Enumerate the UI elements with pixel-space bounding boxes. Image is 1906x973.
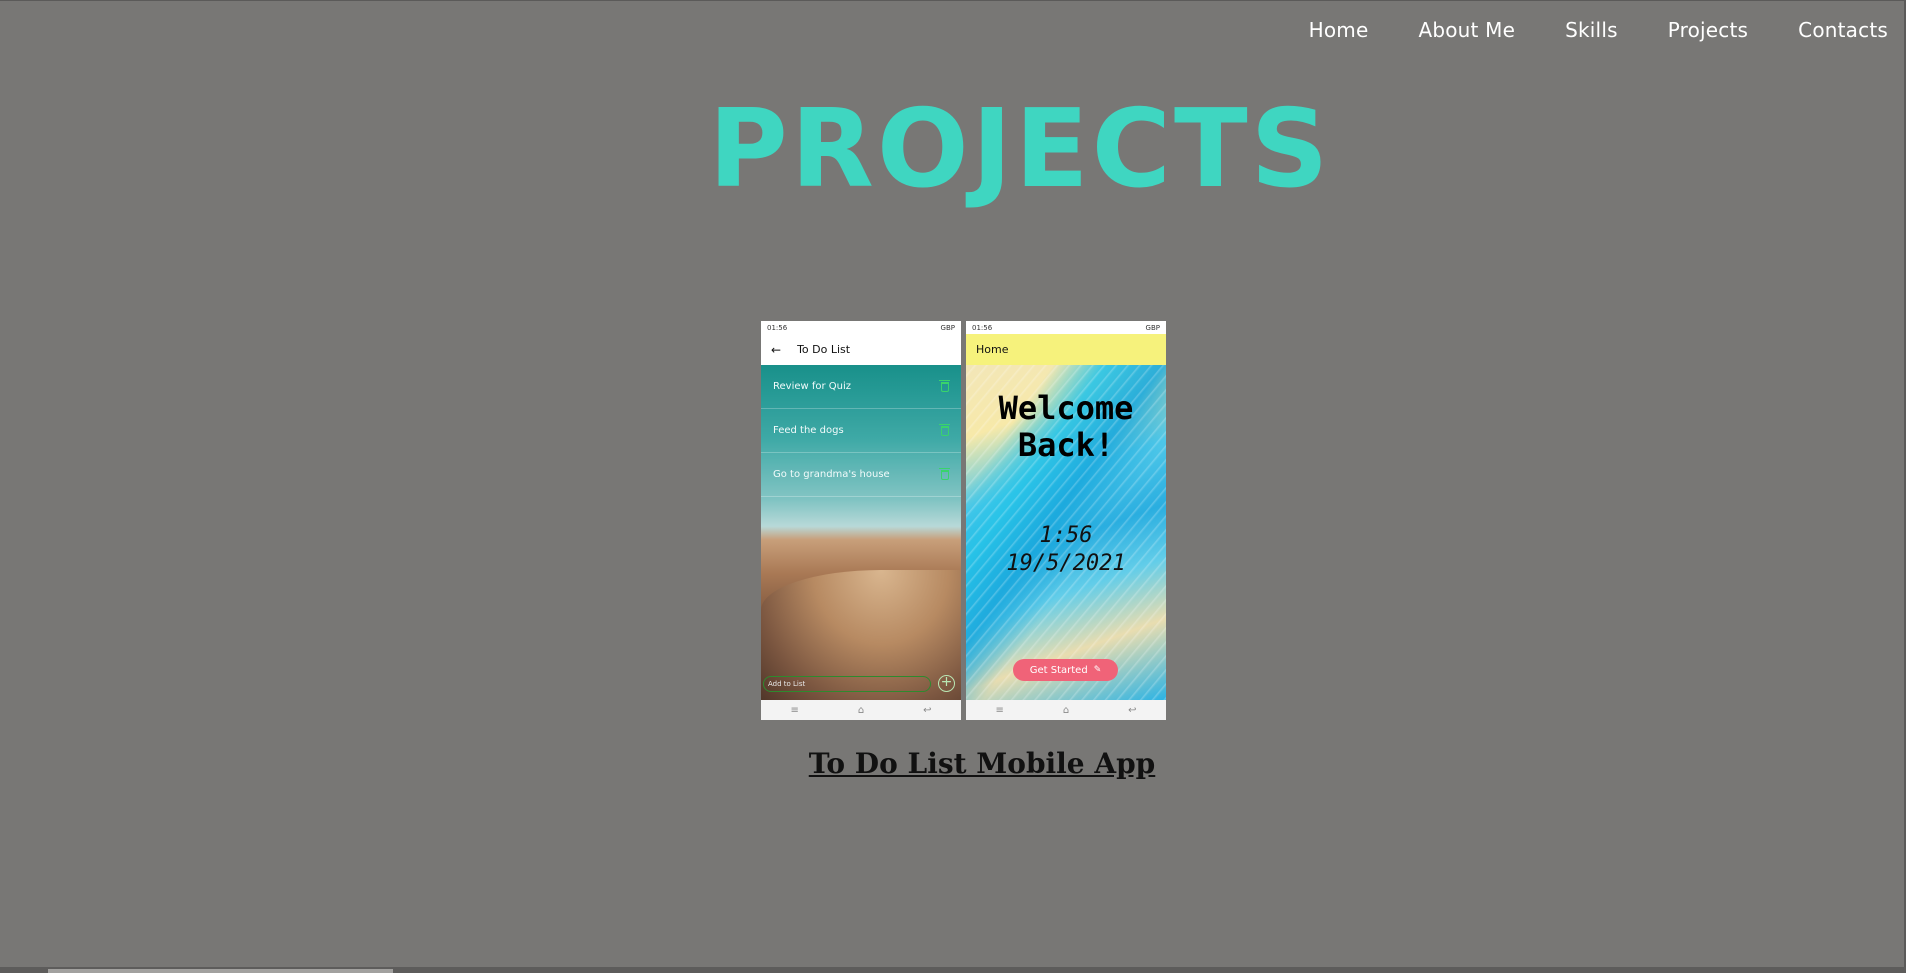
app-bar: ← To Do List xyxy=(761,334,961,365)
android-nav-bar: ≡ ⌂ ↩ xyxy=(966,700,1166,720)
project-title-link[interactable]: To Do List Mobile App xyxy=(0,747,1906,780)
todo-item-label: Review for Quiz xyxy=(773,381,852,392)
todo-list-screenshot: 01:56 GBP ← To Do List Review for Quiz F… xyxy=(761,321,961,720)
back-arrow-icon: ← xyxy=(771,342,782,357)
window-top-border xyxy=(0,0,1906,1)
welcome-line: Back! xyxy=(1017,426,1115,464)
todo-item-label: Feed the dogs xyxy=(773,425,844,436)
scrollbar-thumb[interactable] xyxy=(48,969,393,973)
status-time: 01:56 xyxy=(972,323,993,332)
page-title: PROJECTS xyxy=(708,87,1332,212)
trash-icon xyxy=(939,379,950,392)
nav-about-me-link[interactable]: About Me xyxy=(1418,18,1515,42)
menu-icon: ≡ xyxy=(995,704,1004,716)
pencil-icon: ✎ xyxy=(1093,665,1102,675)
menu-icon: ≡ xyxy=(790,704,799,716)
trash-icon xyxy=(939,467,950,480)
top-navigation: Home About Me Skills Projects Contacts xyxy=(1259,18,1888,42)
status-bar: 01:56 GBP xyxy=(761,321,961,334)
get-started-label: Get Started xyxy=(1029,664,1088,676)
date-text: 19/5/2021 xyxy=(1006,551,1126,576)
todo-item: Go to grandma's house xyxy=(761,453,961,497)
battery-indicator: GBP xyxy=(1145,323,1160,332)
welcome-line: Welcome xyxy=(998,389,1134,427)
trash-icon xyxy=(939,423,950,436)
time-date-display: 1:56 19/5/2021 xyxy=(966,522,1166,578)
status-time: 01:56 xyxy=(767,323,788,332)
nav-contacts-link[interactable]: Contacts xyxy=(1798,18,1888,42)
add-to-list-bar: Add to List + xyxy=(761,673,961,699)
app-bar-title: To Do List xyxy=(797,343,851,356)
time-text: 1:56 xyxy=(1039,523,1093,548)
nav-projects-link[interactable]: Projects xyxy=(1668,18,1748,42)
todo-item: Feed the dogs xyxy=(761,409,961,453)
nav-skills-link[interactable]: Skills xyxy=(1565,18,1618,42)
app-bar: Home xyxy=(966,334,1166,365)
plus-circle-icon: + xyxy=(938,675,955,692)
add-to-list-input: Add to List xyxy=(763,676,931,692)
home-screen-screenshot: 01:56 GBP Home Welcome Back! 1:56 19/5/2… xyxy=(966,321,1166,720)
home-icon: ⌂ xyxy=(1062,704,1070,716)
app-bar-title: Home xyxy=(976,343,1009,356)
battery-indicator: GBP xyxy=(940,323,955,332)
status-bar: 01:56 GBP xyxy=(966,321,1166,334)
welcome-text: Welcome Back! xyxy=(966,390,1166,464)
android-nav-bar: ≡ ⌂ ↩ xyxy=(761,700,961,720)
get-started-button: Get Started ✎ xyxy=(1013,659,1118,681)
home-icon: ⌂ xyxy=(857,704,865,716)
todo-item-label: Go to grandma's house xyxy=(773,469,890,480)
return-icon: ↩ xyxy=(923,704,932,716)
return-icon: ↩ xyxy=(1128,704,1137,716)
todo-item: Review for Quiz xyxy=(761,365,961,409)
nav-home-link[interactable]: Home xyxy=(1309,18,1369,42)
